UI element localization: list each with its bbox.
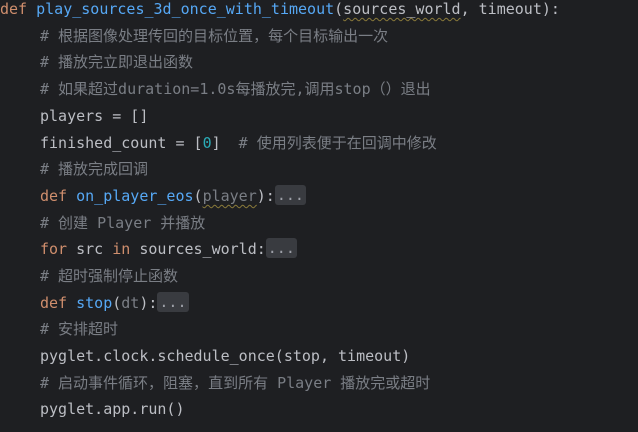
code-line-2[interactable]: # 根据图像处理传回的目标位置，每个目标输出一次	[0, 24, 388, 48]
statement: pyglet.app.run()	[40, 400, 185, 418]
paren-open: (	[112, 294, 122, 312]
keyword-in: in	[112, 240, 131, 258]
param-player: player	[202, 187, 257, 205]
inline-comment: # 使用列表便于在回调中修改	[220, 134, 437, 152]
comment: # 超时强制停止函数	[40, 267, 179, 285]
code-line-11[interactable]: # 超时强制停止函数	[0, 264, 178, 288]
comment: # 如果超过duration=1.0s每播放完,调用stop（）退出	[40, 80, 431, 98]
folded-code-marker[interactable]: ...	[265, 238, 297, 258]
code-line-10[interactable]: for src in sources_world:...	[0, 237, 297, 261]
number-literal: 0	[202, 134, 212, 152]
code-line-4[interactable]: # 如果超过duration=1.0s每播放完,调用stop（）退出	[0, 77, 431, 101]
comment: # 播放完立即退出函数	[40, 53, 194, 71]
statement-part: src	[67, 240, 113, 258]
statement-part: ]	[211, 134, 221, 152]
statement: players = []	[40, 107, 149, 125]
keyword-def: def	[40, 187, 68, 205]
function-name: on_player_eos	[76, 187, 194, 205]
comment: # 创建 Player 并播放	[40, 214, 206, 232]
statement-part: sources_world:	[130, 240, 266, 258]
comment: # 安排超时	[40, 320, 119, 338]
function-name: stop	[76, 294, 113, 312]
param-sources-world: sources_world	[343, 0, 461, 18]
paren-close: ):	[256, 187, 275, 205]
code-line-13[interactable]: # 安排超时	[0, 317, 118, 341]
code-line-6[interactable]: finished_count = [0] # 使用列表便于在回调中修改	[0, 131, 437, 155]
code-line-15[interactable]: # 启动事件循环，阻塞，直到所有 Player 播放完或超时	[0, 371, 430, 395]
code-line-14[interactable]: pyglet.clock.schedule_once(stop, timeout…	[0, 344, 410, 368]
paren-close: ):	[541, 0, 560, 18]
folded-code-marker[interactable]: ...	[157, 292, 189, 312]
code-editor[interactable]: def play_sources_3d_once_with_timeout(so…	[0, 0, 638, 432]
code-line-8[interactable]: def on_player_eos(player):...	[0, 184, 306, 208]
keyword-def: def	[40, 294, 68, 312]
comment: # 启动事件循环，阻塞，直到所有 Player 播放完或超时	[40, 374, 431, 392]
code-line-5[interactable]: players = []	[0, 104, 148, 128]
code-line-16[interactable]: pyglet.app.run()	[0, 397, 185, 421]
comment: # 播放完成回调	[40, 160, 149, 178]
paren-open: (	[193, 187, 203, 205]
code-line-3[interactable]: # 播放完立即退出函数	[0, 50, 193, 74]
code-line-1[interactable]: def play_sources_3d_once_with_timeout(so…	[0, 0, 560, 21]
function-name: play_sources_3d_once_with_timeout	[36, 0, 335, 18]
paren-close: ):	[139, 294, 158, 312]
param-timeout: timeout	[478, 0, 542, 18]
comment: # 根据图像处理传回的目标位置，每个目标输出一次	[40, 27, 389, 45]
code-line-7[interactable]: # 播放完成回调	[0, 157, 148, 181]
folded-code-marker[interactable]: ...	[274, 185, 306, 205]
code-line-12[interactable]: def stop(dt):...	[0, 291, 189, 315]
statement-part: finished_count = [	[40, 134, 203, 152]
code-line-9[interactable]: # 创建 Player 并播放	[0, 211, 205, 235]
param-dt: dt	[121, 294, 140, 312]
keyword-for: for	[40, 240, 68, 258]
keyword-def: def	[0, 0, 28, 18]
statement: pyglet.clock.schedule_once(stop, timeout…	[40, 347, 411, 365]
paren-open: (	[334, 0, 344, 18]
param-separator: ,	[460, 0, 479, 18]
